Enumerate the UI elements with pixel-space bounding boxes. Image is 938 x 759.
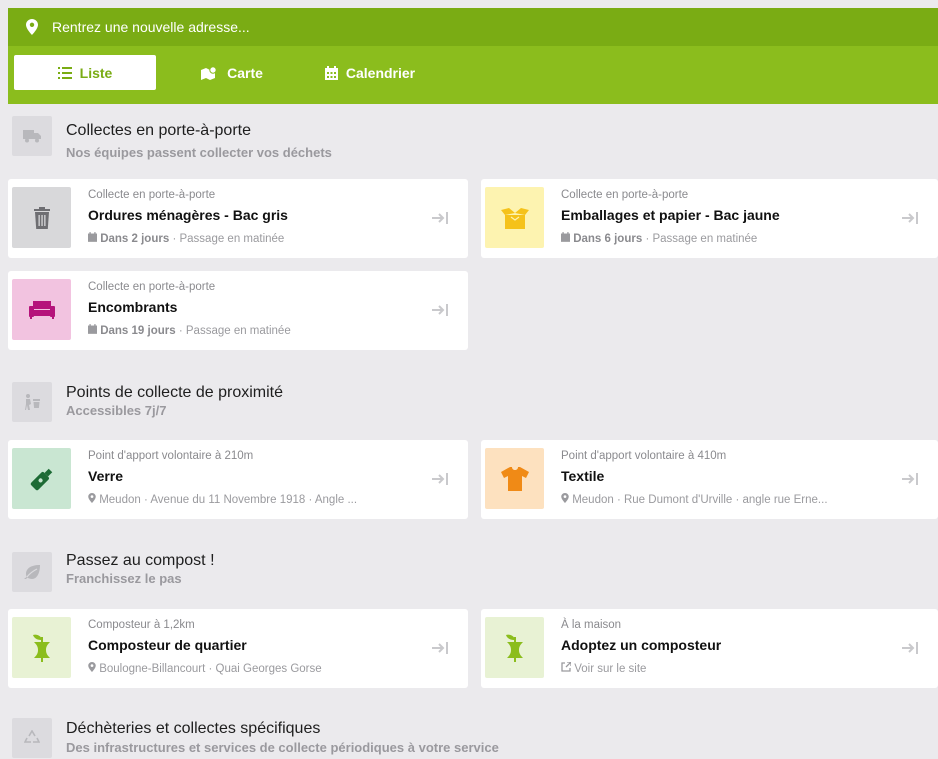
card-textile[interactable]: Point d'apport volontaire à 410m Textile… bbox=[481, 440, 938, 519]
section-title: Passez au compost ! bbox=[66, 552, 215, 569]
section-subtitle: Accessibles 7j/7 bbox=[66, 403, 167, 418]
truck-icon bbox=[12, 116, 52, 156]
list-icon bbox=[57, 66, 72, 79]
card-title: Encombrants bbox=[88, 299, 178, 315]
bottle-icon bbox=[12, 448, 71, 509]
calendar-icon bbox=[88, 324, 97, 334]
card-type: Composteur à 1,2km bbox=[88, 619, 195, 631]
map-icon bbox=[201, 65, 217, 80]
map-pin-icon bbox=[88, 493, 96, 503]
card-detail: Passage en matinée bbox=[185, 325, 291, 337]
card-title: Verre bbox=[88, 468, 124, 484]
external-link-icon bbox=[561, 662, 572, 672]
tab-carte[interactable]: Carte bbox=[168, 55, 296, 90]
card-type: Point d'apport volontaire à 410m bbox=[561, 450, 727, 462]
arrow-right-to-bar-icon bbox=[902, 473, 918, 485]
arrow-right-to-bar-icon bbox=[902, 212, 918, 224]
card-type: Point d'apport volontaire à 210m bbox=[88, 450, 254, 462]
card-meta: Dans 19 jours · Passage en matinée bbox=[88, 324, 408, 337]
arrow-right-to-bar-icon bbox=[432, 642, 448, 654]
tab-carte-label: Carte bbox=[227, 64, 263, 81]
card-verre[interactable]: Point d'apport volontaire à 210m Verre M… bbox=[8, 440, 468, 519]
map-pin-icon bbox=[88, 662, 96, 672]
card-address: Boulogne-Billancourt · Quai Georges Gors… bbox=[99, 663, 322, 675]
tshirt-icon bbox=[485, 448, 544, 509]
address-search[interactable]: Rentrez une nouvelle adresse... bbox=[8, 8, 938, 46]
section-compost: Passez au compost ! Franchissez le pas bbox=[8, 546, 938, 596]
card-address: Meudon · Rue Dumont d'Urville · angle ru… bbox=[572, 494, 828, 506]
card-emballages[interactable]: Collecte en porte-à-porte Emballages et … bbox=[481, 179, 938, 258]
card-title: Textile bbox=[561, 468, 605, 484]
card-title: Ordures ménagères - Bac gris bbox=[88, 207, 288, 223]
section-title: Déchèteries et collectes spécifiques bbox=[66, 720, 321, 737]
card-type: Collecte en porte-à-porte bbox=[88, 189, 216, 201]
person-bin-icon bbox=[12, 382, 52, 422]
map-pin-icon bbox=[26, 19, 38, 35]
card-separator: · bbox=[178, 325, 183, 337]
card-composteur-quartier[interactable]: Composteur à 1,2km Composteur de quartie… bbox=[8, 609, 468, 688]
card-title: Composteur de quartier bbox=[88, 637, 247, 653]
section-porte-a-porte: Collectes en porte-à-porte Nos équipes p… bbox=[8, 116, 938, 166]
header-bar: Rentrez une nouvelle adresse... Liste Ca… bbox=[8, 8, 938, 104]
card-meta: Dans 2 jours · Passage en matinée bbox=[88, 232, 408, 245]
card-adoptez-composteur[interactable]: À la maison Adoptez un composteur Voir s… bbox=[481, 609, 938, 688]
card-when: Dans 2 jours bbox=[100, 233, 170, 245]
card-separator: · bbox=[172, 233, 177, 245]
arrow-right-to-bar-icon bbox=[432, 473, 448, 485]
arrow-right-to-bar-icon bbox=[432, 304, 448, 316]
calendar-icon bbox=[324, 65, 338, 80]
trash-bin-icon bbox=[12, 187, 71, 248]
section-subtitle: Nos équipes passent collecter vos déchet… bbox=[66, 145, 332, 160]
section-decheteries: Déchèteries et collectes spécifiques Des… bbox=[8, 714, 938, 759]
card-address: Meudon · Avenue du 11 Novembre 1918 · An… bbox=[99, 494, 358, 506]
card-separator: · bbox=[645, 233, 650, 245]
arrow-right-to-bar-icon bbox=[432, 212, 448, 224]
card-link[interactable]: Voir sur le site bbox=[561, 662, 881, 675]
card-type: Collecte en porte-à-porte bbox=[561, 189, 689, 201]
card-ordures-menageres[interactable]: Collecte en porte-à-porte Ordures ménagè… bbox=[8, 179, 468, 258]
section-points-de-collecte: Points de collecte de proximité Accessib… bbox=[8, 378, 938, 428]
leaf-icon bbox=[12, 552, 52, 592]
card-meta: Dans 6 jours · Passage en matinée bbox=[561, 232, 881, 245]
sofa-icon bbox=[12, 279, 71, 340]
section-subtitle: Des infrastructures et services de colle… bbox=[66, 740, 499, 755]
tab-liste-label: Liste bbox=[79, 64, 113, 81]
calendar-icon bbox=[88, 232, 97, 242]
card-meta: Meudon · Avenue du 11 Novembre 1918 · An… bbox=[88, 493, 408, 506]
card-title: Emballages et papier - Bac jaune bbox=[561, 207, 780, 223]
card-detail: Passage en matinée bbox=[652, 233, 758, 245]
card-detail: Passage en matinée bbox=[179, 233, 285, 245]
recycle-icon bbox=[12, 718, 52, 758]
card-type: À la maison bbox=[561, 619, 622, 631]
tab-calendrier-label: Calendrier bbox=[345, 64, 416, 81]
tab-liste[interactable]: Liste bbox=[14, 55, 156, 90]
card-title: Adoptez un composteur bbox=[561, 637, 722, 653]
apple-core-icon bbox=[12, 617, 71, 678]
open-box-icon bbox=[485, 187, 544, 248]
card-type: Collecte en porte-à-porte bbox=[88, 281, 216, 293]
card-link-label: Voir sur le site bbox=[574, 663, 647, 675]
arrow-right-to-bar-icon bbox=[902, 642, 918, 654]
tab-calendrier[interactable]: Calendrier bbox=[300, 55, 440, 90]
section-title: Points de collecte de proximité bbox=[66, 384, 283, 401]
view-tabs: Liste Carte Calendrier bbox=[14, 55, 440, 90]
card-when: Dans 6 jours bbox=[573, 233, 643, 245]
calendar-icon bbox=[561, 232, 570, 242]
apple-core-icon bbox=[485, 617, 544, 678]
card-meta: Meudon · Rue Dumont d'Urville · angle ru… bbox=[561, 493, 881, 506]
map-pin-icon bbox=[561, 493, 569, 503]
card-when: Dans 19 jours bbox=[100, 325, 176, 337]
section-title: Collectes en porte-à-porte bbox=[66, 122, 251, 139]
card-meta: Boulogne-Billancourt · Quai Georges Gors… bbox=[88, 662, 408, 675]
section-subtitle: Franchissez le pas bbox=[66, 571, 182, 586]
address-search-placeholder: Rentrez une nouvelle adresse... bbox=[52, 19, 250, 35]
card-encombrants[interactable]: Collecte en porte-à-porte Encombrants Da… bbox=[8, 271, 468, 350]
